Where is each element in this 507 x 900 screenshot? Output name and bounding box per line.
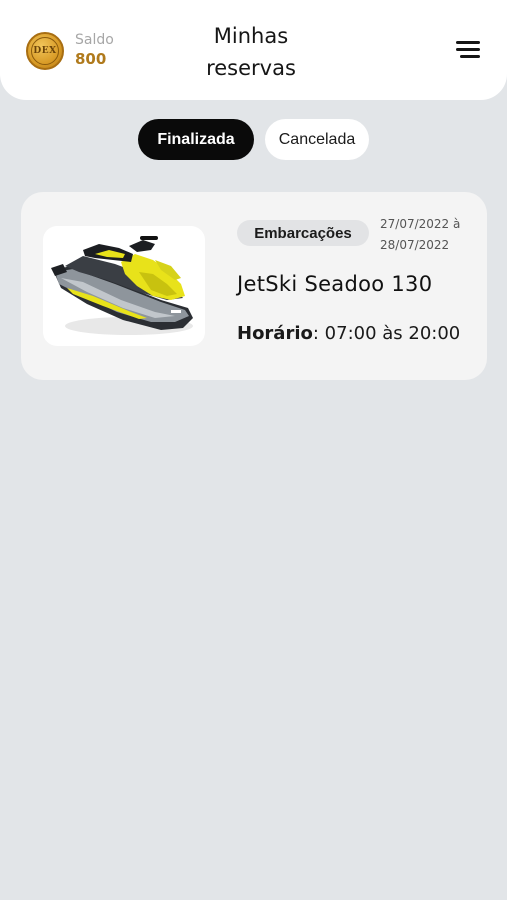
tab-cancelada[interactable]: Cancelada [265,119,369,160]
item-name: JetSki Seadoo 130 [237,272,433,296]
page-title: Minhas reservas [170,20,332,84]
status-tabs: Finalizada Cancelada [0,119,507,161]
balance-value: 800 [75,50,107,68]
reservation-dates: 27/07/2022 à 28/07/2022 [380,214,480,256]
date-end: 28/07/2022 [380,238,450,252]
schedule-value: : 07:00 às 20:00 [312,323,461,344]
app-header: DEX Saldo 800 Minhas reservas [0,0,507,100]
jetski-illustration [51,236,193,335]
tab-finalizada[interactable]: Finalizada [138,119,254,160]
jetski-image [43,226,205,346]
hamburger-menu-icon[interactable] [452,38,484,62]
dex-coin-icon: DEX [26,32,64,70]
schedule-label: Horário [237,323,313,344]
coin-label: DEX [31,37,59,65]
date-start: 27/07/2022 à [380,217,461,231]
category-badge: Embarcações [237,220,369,246]
page-title-line2: reservas [206,56,296,80]
page-title-line1: Minhas [213,24,289,48]
balance-label: Saldo [75,32,114,48]
schedule: Horário: 07:00 às 20:00 [237,323,460,344]
reservation-card[interactable]: Embarcações 27/07/2022 à 28/07/2022 JetS… [21,192,487,380]
